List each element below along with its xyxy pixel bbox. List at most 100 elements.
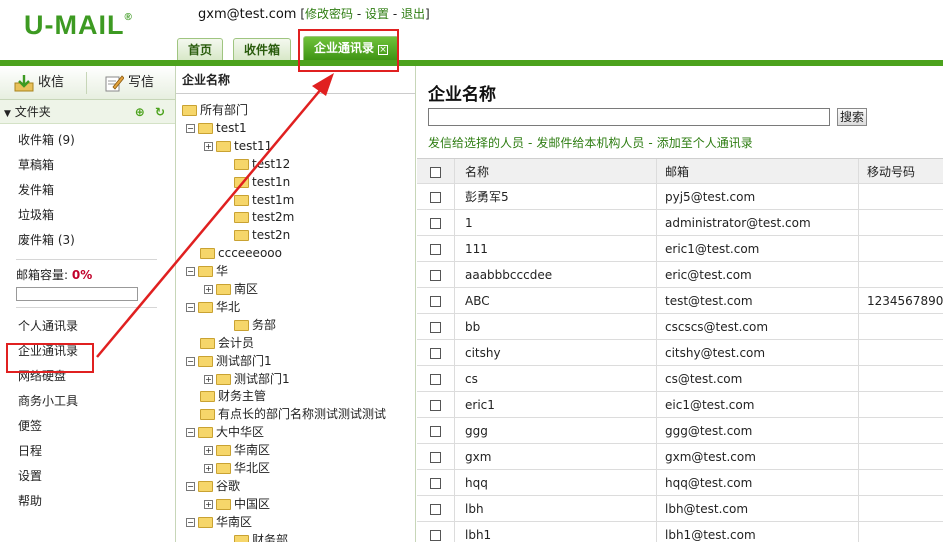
expand-icon[interactable]: + — [204, 499, 213, 509]
tree-node[interactable]: + 南区 — [204, 280, 258, 298]
tree-node[interactable]: − 华 — [186, 262, 228, 280]
tree-node[interactable]: + test11 — [204, 137, 272, 155]
tree-node[interactable]: − 华北 — [186, 298, 240, 316]
select-all-checkbox[interactable] — [430, 167, 441, 178]
table-row[interactable]: bb cscscs@test.com — [417, 314, 943, 340]
expand-icon[interactable]: + — [204, 446, 213, 456]
search-input[interactable] — [428, 108, 830, 126]
row-checkbox[interactable] — [430, 504, 441, 515]
row-checkbox[interactable] — [430, 244, 441, 255]
send-to-org-link[interactable]: 发邮件给本机构人员 — [536, 136, 644, 150]
tree-node[interactable]: − 大中华区 — [186, 423, 264, 441]
table-row[interactable]: aaabbbcccdee eric@test.com — [417, 262, 943, 288]
row-checkbox[interactable] — [430, 192, 441, 203]
collapse-icon[interactable]: − — [186, 356, 195, 366]
row-checkbox[interactable] — [430, 218, 441, 229]
divider — [16, 259, 157, 260]
tool-item-business-tools[interactable]: 商务小工具 — [18, 389, 175, 414]
tree-node[interactable]: 务部 — [220, 316, 276, 334]
folder-item-spam[interactable]: 垃圾箱 — [18, 203, 175, 228]
row-checkbox[interactable] — [430, 322, 441, 333]
collapse-icon[interactable]: − — [186, 302, 195, 312]
tree-node[interactable]: + 测试部门1 — [204, 370, 290, 388]
tree-node[interactable]: 财务部 — [220, 531, 288, 542]
tree-node[interactable]: 财务主管 — [186, 387, 266, 405]
table-row[interactable]: hqq hqq@test.com — [417, 470, 943, 496]
table-body: 彭勇军5 pyj5@test.com 1 administrator@test.com… — [417, 184, 943, 542]
tree-node[interactable]: test12 — [220, 155, 290, 173]
table-row[interactable]: lbh1 lbh1@test.com — [417, 522, 943, 542]
expand-icon[interactable]: + — [204, 141, 213, 151]
tree-node[interactable]: ccceeeooo — [186, 244, 282, 262]
receive-button[interactable]: 收信 — [14, 72, 64, 94]
row-checkbox[interactable] — [430, 426, 441, 437]
tree-node[interactable]: test1m — [220, 191, 294, 209]
tool-item-personal-contacts[interactable]: 个人通讯录 — [18, 314, 175, 339]
search-button[interactable]: 搜索 — [837, 108, 867, 126]
folder-icon — [216, 463, 231, 474]
table-row[interactable]: 111 eric1@test.com — [417, 236, 943, 262]
table-row[interactable]: ggg ggg@test.com — [417, 418, 943, 444]
table-row[interactable]: citshy citshy@test.com — [417, 340, 943, 366]
tree-node[interactable]: 会计员 — [186, 334, 254, 352]
collapse-icon[interactable]: − — [186, 428, 195, 438]
table-row[interactable]: 彭勇军5 pyj5@test.com — [417, 184, 943, 210]
folder-item-sent[interactable]: 发件箱 — [18, 178, 175, 203]
table-row[interactable]: 1 administrator@test.com — [417, 210, 943, 236]
refresh-icon[interactable]: ↻ — [155, 105, 165, 119]
row-checkbox[interactable] — [430, 530, 441, 541]
folder-icon — [198, 355, 213, 367]
logout-link[interactable]: 退出 — [401, 7, 425, 21]
folder-header[interactable]: ▼ 文件夹 ⊕ ↻ — [0, 100, 175, 124]
add-to-personal-link[interactable]: 添加至个人通讯录 — [657, 136, 753, 150]
tab-home[interactable]: 首页 — [177, 38, 224, 60]
row-checkbox[interactable] — [430, 374, 441, 385]
collapse-icon[interactable]: − — [186, 481, 195, 491]
tree-node[interactable]: test2n — [220, 226, 290, 244]
column-header-name[interactable]: 名称 — [455, 159, 657, 185]
row-checkbox[interactable] — [430, 270, 441, 281]
table-row[interactable]: cs cs@test.com — [417, 366, 943, 392]
row-checkbox[interactable] — [430, 478, 441, 489]
row-checkbox[interactable] — [430, 452, 441, 463]
table-row[interactable]: eric1 eic1@test.com — [417, 392, 943, 418]
tool-item-settings[interactable]: 设置 — [18, 464, 175, 489]
row-checkbox[interactable] — [430, 400, 441, 411]
tool-item-help[interactable]: 帮助 — [18, 489, 175, 514]
send-to-selected-link[interactable]: 发信给选择的人员 — [428, 136, 524, 150]
tree-node[interactable]: test1n — [220, 173, 290, 191]
row-checkbox[interactable] — [430, 296, 441, 307]
column-header-mobile[interactable]: 移动号码 — [859, 159, 943, 185]
tree-node[interactable]: 有点长的部门名称测试测试测试 — [186, 405, 386, 423]
tree-node[interactable]: − test1 — [186, 119, 247, 137]
collapse-icon[interactable]: − — [186, 123, 195, 133]
row-checkbox[interactable] — [430, 348, 441, 359]
folder-item-inbox[interactable]: 收件箱 (9) — [18, 128, 175, 153]
collapse-icon[interactable]: − — [186, 267, 195, 277]
tree-node[interactable]: − 华南区 — [186, 513, 252, 531]
tool-item-notes[interactable]: 便签 — [18, 414, 175, 439]
tree-node[interactable]: 所有部门 — [182, 101, 248, 119]
folder-item-drafts[interactable]: 草稿箱 — [18, 153, 175, 178]
tree-node[interactable]: + 华北区 — [204, 459, 270, 477]
table-row[interactable]: lbh lbh@test.com — [417, 496, 943, 522]
table-row[interactable]: ABC test@test.com 12345678900 — [417, 288, 943, 314]
expand-icon[interactable]: + — [204, 285, 213, 294]
collapse-icon[interactable]: − — [186, 517, 195, 527]
change-password-link[interactable]: 修改密码 — [305, 7, 353, 21]
tree-node[interactable]: test2m — [220, 208, 294, 226]
write-button[interactable]: 写信 — [104, 72, 154, 94]
table-row[interactable]: gxm gxm@test.com — [417, 444, 943, 470]
folder-item-trash[interactable]: 废件箱 (3) — [18, 228, 175, 253]
tree-node[interactable]: + 中国区 — [204, 495, 270, 513]
settings-link[interactable]: 设置 — [365, 7, 389, 21]
tool-item-calendar[interactable]: 日程 — [18, 439, 175, 464]
tab-inbox[interactable]: 收件箱 — [233, 38, 292, 60]
tree-node[interactable]: − 谷歌 — [186, 477, 240, 495]
tree-node[interactable]: − 测试部门1 — [186, 352, 272, 370]
expand-icon[interactable]: + — [204, 464, 213, 473]
expand-icon[interactable]: + — [204, 374, 213, 384]
add-folder-icon[interactable]: ⊕ — [135, 105, 145, 119]
tree-node[interactable]: + 华南区 — [204, 441, 270, 459]
column-header-email[interactable]: 邮箱 — [657, 159, 859, 185]
